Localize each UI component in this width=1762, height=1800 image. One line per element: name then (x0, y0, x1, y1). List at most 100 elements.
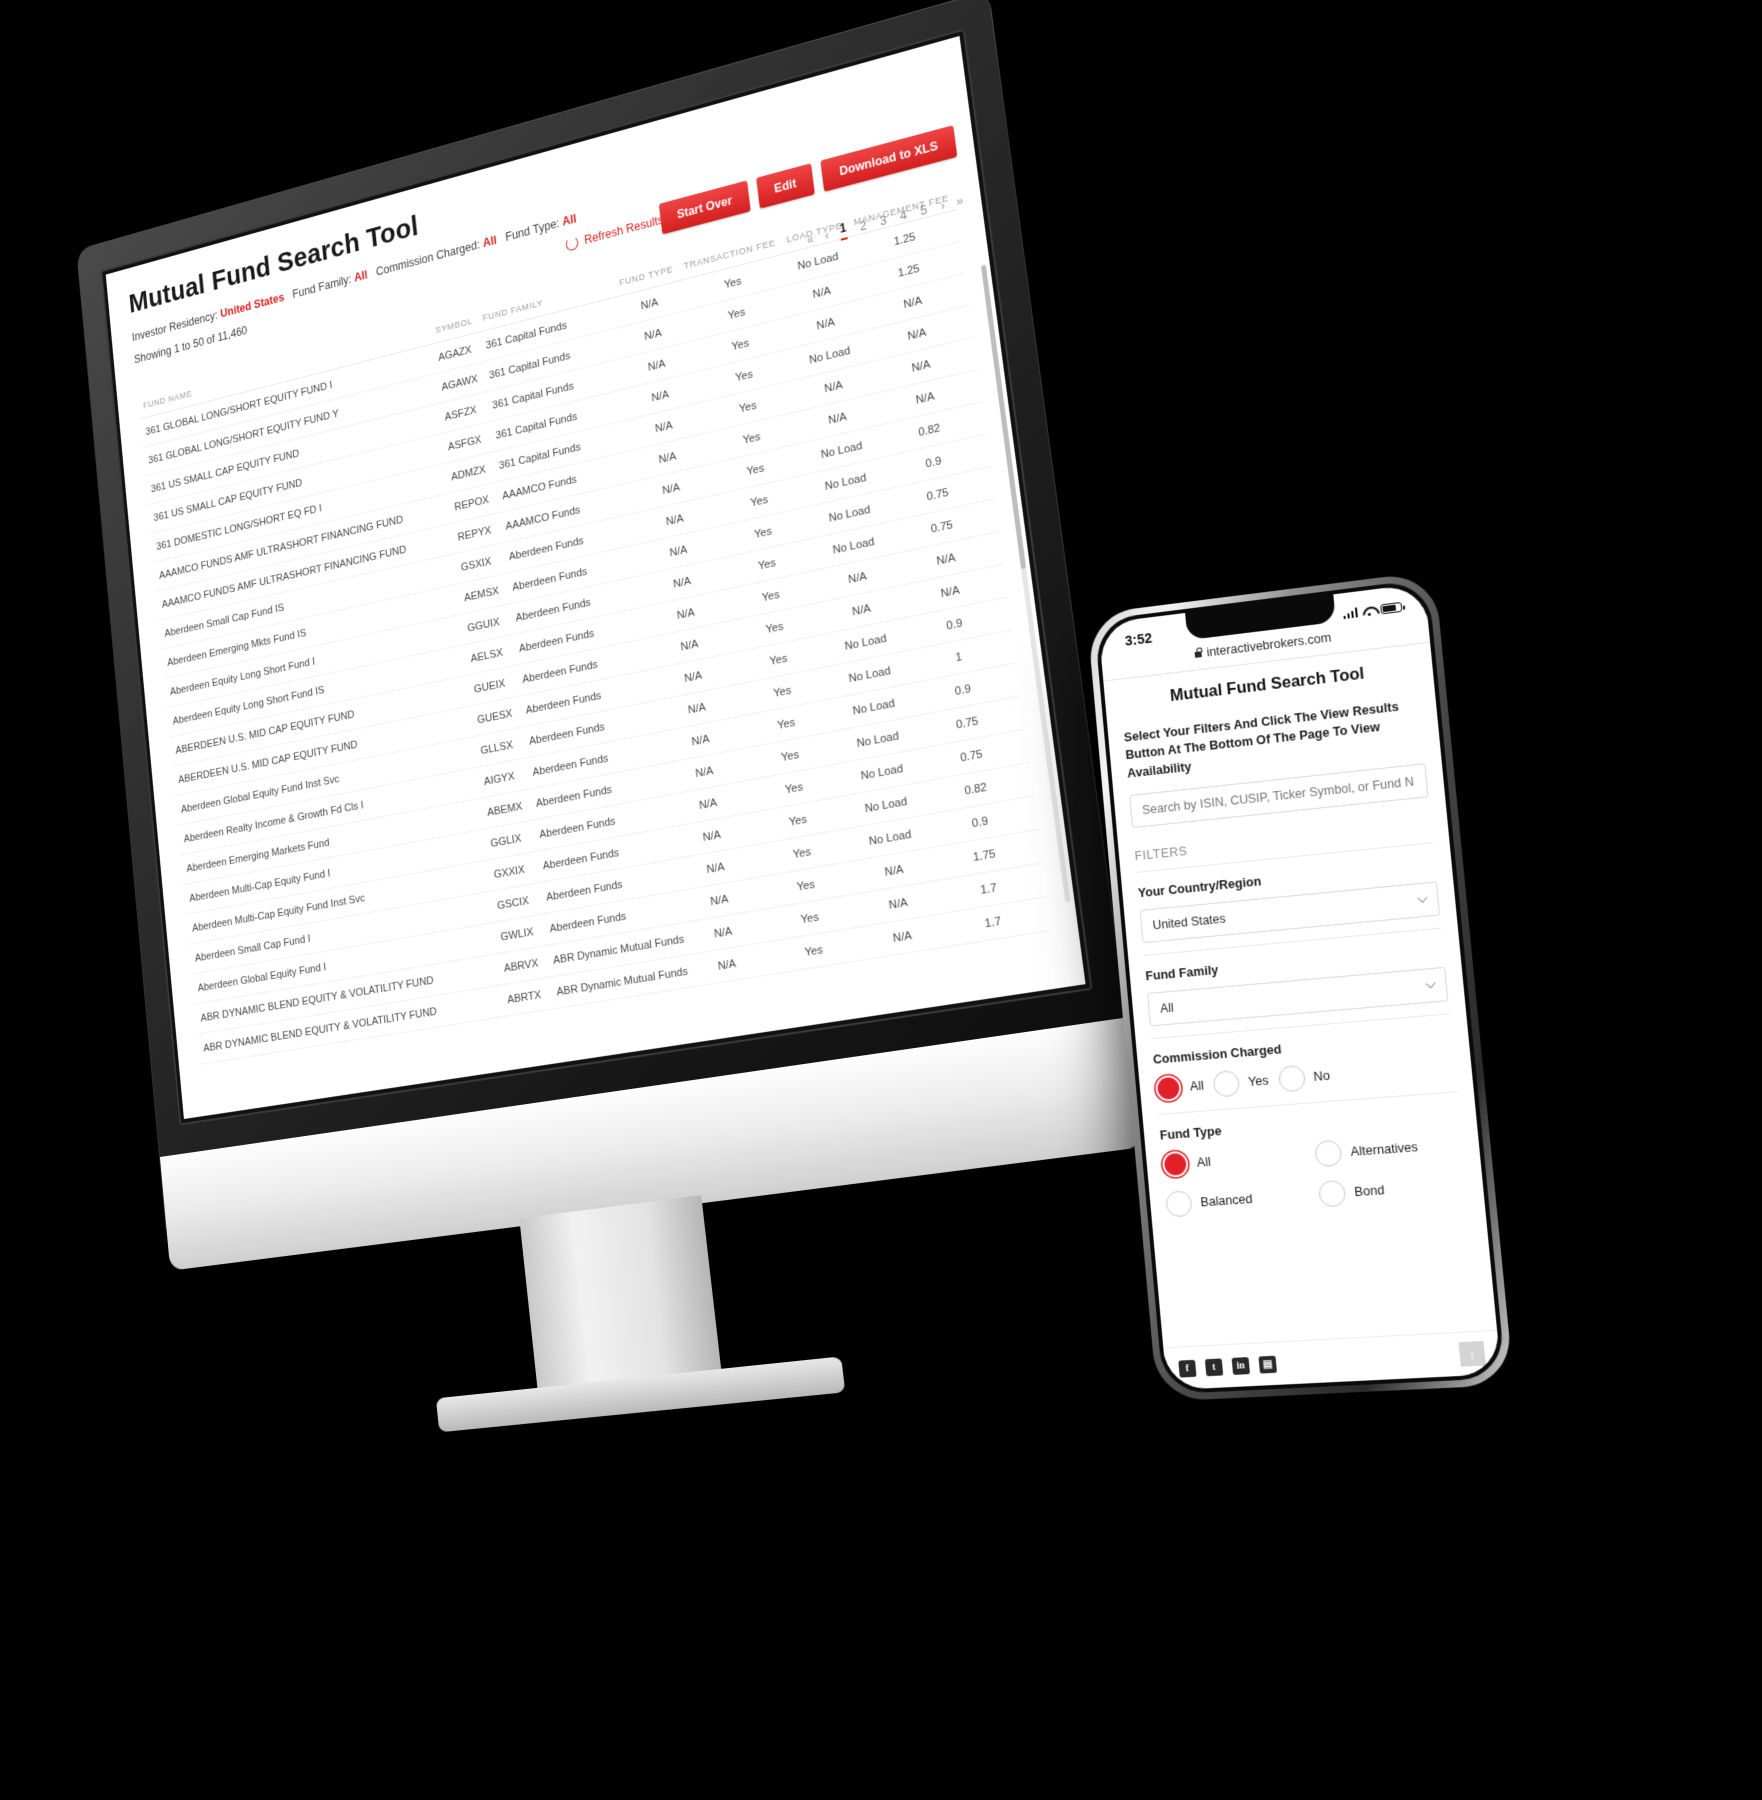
fund-type-option-all[interactable]: All (1161, 1142, 1306, 1178)
cell-management-fee: 0.9 (877, 433, 991, 491)
cell-management-fee: 1.25 (849, 209, 961, 269)
filter-label-fundtype: Fund Type: (504, 216, 561, 244)
commission-option-yes-label: Yes (1247, 1073, 1270, 1089)
commission-option-yes[interactable]: Yes (1212, 1067, 1270, 1098)
radio-icon (1164, 1189, 1193, 1218)
pagination-page-1[interactable]: 1 (838, 220, 848, 241)
pagination-page-3[interactable]: 3 (879, 213, 887, 228)
vertical-scrollbar[interactable] (980, 264, 1071, 903)
cell-management-fee: N/A (869, 369, 982, 427)
cell-management-fee: 1.7 (935, 896, 1052, 948)
commission-option-no[interactable]: No (1277, 1062, 1331, 1093)
table-body: 361 GLOBAL LONG/SHORT EQUITY FUND I AGAZX… (139, 209, 1052, 1065)
cell-load-type: N/A (790, 299, 862, 348)
cell-transaction-fee: Yes (701, 442, 810, 498)
cell-management-fee: 0.75 (910, 695, 1025, 750)
cell-load-type: N/A (786, 268, 858, 317)
cell-fund-family: ABR Dynamic Mutual Funds (546, 921, 692, 978)
cell-transaction-fee: Yes (743, 794, 854, 847)
fund-type-option-all-label: All (1196, 1154, 1212, 1170)
pagination-page-2[interactable]: 2 (859, 218, 867, 233)
commission-option-no-label: No (1312, 1068, 1331, 1084)
cell-transaction-fee: Yes (687, 316, 795, 373)
cell-management-fee: 0.75 (881, 466, 995, 523)
filter-section-country: Your Country/Region United States (1136, 841, 1442, 955)
pagination-first[interactable]: « (806, 232, 812, 247)
column-header-transaction-fee[interactable]: TRANSACTION FEE (677, 229, 783, 281)
fund-type-option-bond[interactable]: Bond (1317, 1171, 1468, 1208)
cell-fund-type: N/A (654, 622, 725, 668)
pagination-last[interactable]: » (955, 193, 962, 208)
cell-load-type: No Load (853, 815, 928, 861)
radio-icon (1212, 1069, 1241, 1098)
filter-value-commission[interactable]: All (482, 233, 497, 250)
cell-management-fee: 0.75 (914, 729, 1030, 783)
cell-fund-type: N/A (669, 749, 740, 795)
filter-value-fundtype[interactable]: All (562, 212, 577, 229)
edit-button[interactable]: Edit (755, 163, 816, 209)
cell-fund-type: N/A (684, 878, 755, 922)
cell-load-type: No Load (813, 490, 886, 538)
cell-fund-type: N/A (651, 591, 721, 637)
cell-fund-type: N/A (643, 528, 714, 574)
cell-fund-type: N/A (691, 943, 763, 987)
pagination: « ‹ 1 2 3 4 5 › » (806, 191, 962, 249)
iphone-inner-frame: 3:52 interactivebrokers.com Mutual Fund … (1093, 578, 1506, 1395)
facebook-icon[interactable]: f (1178, 1359, 1197, 1378)
column-header-management-fee[interactable]: MANAGEMENT FEE (846, 184, 957, 238)
rss-icon[interactable]: ▤ (1258, 1355, 1277, 1374)
cell-fund-type: N/A (640, 497, 710, 543)
cell-transaction-fee: Yes (724, 633, 834, 687)
scroll-to-top-button[interactable]: ↑ (1458, 1340, 1486, 1367)
fund-type-option-bond-label: Bond (1353, 1182, 1385, 1199)
filter-value-family[interactable]: All (354, 268, 368, 284)
cell-transaction-fee: Yes (731, 697, 842, 750)
mockup-stage: Mutual Fund Search Tool Investor Residen… (0, 0, 1762, 1800)
fund-type-label: Fund Type (1159, 1123, 1223, 1143)
cell-transaction-fee: Yes (709, 505, 818, 560)
cell-transaction-fee: Yes (698, 410, 806, 466)
cell-management-fee: N/A (893, 564, 1008, 620)
linkedin-icon[interactable]: in (1231, 1356, 1251, 1375)
cell-fund-family: ABR Dynamic Mutual Funds (549, 954, 696, 1009)
cell-transaction-fee: Yes (705, 473, 814, 529)
commission-option-all-label: All (1189, 1078, 1205, 1094)
cell-management-fee: N/A (889, 531, 1003, 587)
cell-transaction-fee: Yes (683, 285, 791, 342)
cell-load-type: No Load (841, 716, 915, 763)
cell-transaction-fee: Yes (720, 601, 830, 655)
pagination-prev[interactable]: ‹ (824, 228, 828, 242)
cell-fund-type: N/A (647, 559, 717, 606)
battery-icon (1380, 601, 1403, 615)
cell-management-fee: N/A (861, 305, 974, 363)
cell-load-type: N/A (865, 914, 940, 959)
pagination-page-5[interactable]: 5 (919, 202, 928, 218)
fund-type-option-alternatives-label: Alternatives (1349, 1139, 1419, 1159)
pagination-page-4[interactable]: 4 (899, 207, 907, 222)
mobile-instructions: Select Your Filters And Click The View R… (1123, 699, 1400, 781)
cell-fund-type: N/A (658, 654, 729, 700)
country-label: Your Country/Region (1137, 874, 1262, 900)
status-time: 3:52 (1124, 629, 1153, 649)
twitter-icon[interactable]: t (1204, 1357, 1224, 1376)
commission-option-all[interactable]: All (1154, 1072, 1205, 1102)
cell-load-type: No Load (809, 458, 882, 506)
fund-type-option-alternatives[interactable]: Alternatives (1314, 1131, 1463, 1168)
cell-transaction-fee: Yes (750, 860, 862, 911)
desktop-screen: Mutual Fund Search Tool Investor Residen… (105, 35, 1086, 1120)
page-title: Mutual Fund Search Tool (127, 210, 420, 320)
cell-load-type: N/A (857, 848, 932, 894)
imac-device: Mutual Fund Search Tool Investor Residen… (77, 0, 1239, 1473)
cell-load-type: No Load (805, 426, 878, 474)
pagination-next[interactable]: › (940, 198, 944, 212)
fund-type-option-balanced[interactable]: Balanced (1164, 1182, 1310, 1218)
cell-load-type: N/A (825, 586, 899, 634)
phone-screen: 3:52 interactivebrokers.com Mutual Fund … (1098, 582, 1502, 1391)
download-xls-button[interactable]: Download to XLS (820, 125, 958, 192)
column-header-load-type[interactable]: LOAD TYPE (779, 212, 850, 255)
status-indicators (1342, 601, 1403, 620)
cell-load-type: No Load (849, 782, 923, 828)
iphone-device: 3:52 interactivebrokers.com Mutual Fund … (1086, 564, 1567, 1426)
cell-transaction-fee: Yes (739, 762, 850, 814)
cell-management-fee: 1.75 (927, 829, 1043, 882)
